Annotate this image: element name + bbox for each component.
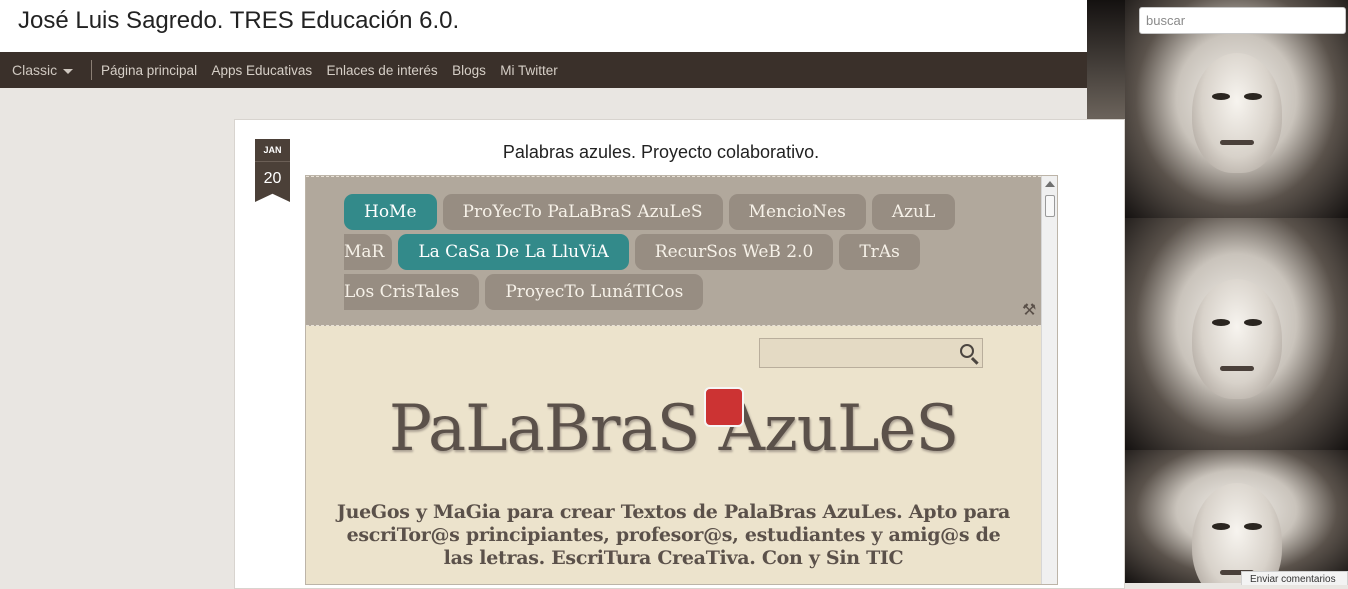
view-selector[interactable]: Classic (12, 62, 74, 78)
menu-item-menciones[interactable]: MencioNes (728, 194, 866, 230)
tools-icon[interactable]: ⚒ (1022, 303, 1036, 319)
blog-header: José Luis Sagredo. TRES Educación 6.0. (0, 0, 1087, 52)
embedded-site-frame[interactable]: HoMe ProYecTo PaLaBraS AzuLeS MencioNes Azu… (305, 175, 1058, 585)
nav-links: Página principal Apps Educativas Enlaces… (101, 62, 568, 80)
nav-divider (91, 60, 92, 80)
menu-row-1: HoMe ProYecTo PaLaBraS AzuLeS MencioNes Azu… (344, 194, 961, 230)
site-search-box[interactable] (759, 338, 983, 368)
red-badge-button[interactable] (704, 387, 744, 427)
menu-item-lunaticos[interactable]: ProyecTo LunáTICos (485, 274, 704, 310)
menu-row-3: Los CrisTales ProyecTo LunáTICos (344, 274, 709, 310)
scroll-up-arrow-icon[interactable] (1045, 181, 1055, 187)
nav-link-blogs[interactable]: Blogs (452, 63, 486, 78)
photo-sidebar (1087, 0, 1348, 583)
site-title: PaLaBraS AzuLeS (388, 392, 959, 466)
nav-link-home[interactable]: Página principal (101, 63, 197, 78)
portrait-face (1191, 53, 1282, 174)
menu-item-mar[interactable]: MaR (344, 234, 393, 270)
date-day: 20 (255, 161, 290, 202)
view-selector-label: Classic (12, 62, 58, 78)
nav-link-apps[interactable]: Apps Educativas (212, 63, 313, 78)
blog-title[interactable]: José Luis Sagredo. TRES Educación 6.0. (18, 7, 459, 35)
top-nav: Classic Página principal Apps Educativas… (0, 52, 1087, 88)
portrait-photo-3 (1125, 218, 1348, 450)
menu-item-azul[interactable]: AzuL (871, 194, 956, 230)
search-icon[interactable] (960, 344, 974, 358)
menu-item-tras[interactable]: TrAs (839, 234, 920, 270)
site-description: JueGos y MaGia para crear Textos de Pala… (336, 501, 1011, 569)
frame-scrollbar[interactable] (1041, 176, 1057, 584)
menu-row-2: MaR La CaSa De La LluViA RecurSos WeB 2.0 T… (344, 234, 926, 270)
menu-item-proyecto[interactable]: ProYecTo PaLaBraS AzuLeS (442, 194, 723, 230)
nav-link-twitter[interactable]: Mi Twitter (500, 63, 558, 78)
date-badge: JAN 20 (255, 139, 290, 202)
search-input[interactable] (1139, 7, 1346, 34)
nav-link-links[interactable]: Enlaces de interés (327, 63, 438, 78)
embedded-menu: HoMe ProYecTo PaLaBraS AzuLeS MencioNes Azu… (306, 176, 1041, 326)
post-title[interactable]: Palabras azules. Proyecto colaborativo. (306, 142, 1016, 163)
portrait-photo-4 (1125, 450, 1348, 583)
menu-item-home[interactable]: HoMe (344, 194, 437, 230)
date-month: JAN (255, 139, 290, 161)
menu-item-cristales[interactable]: Los CrisTales (344, 274, 480, 310)
scrollbar-thumb[interactable] (1045, 195, 1055, 217)
caret-down-icon (63, 68, 74, 74)
menu-item-casa-lluvia[interactable]: La CaSa De La LluViA (398, 234, 629, 270)
portrait-face (1191, 483, 1282, 583)
portrait-face (1191, 278, 1282, 399)
menu-item-recursos[interactable]: RecurSos WeB 2.0 (634, 234, 834, 270)
